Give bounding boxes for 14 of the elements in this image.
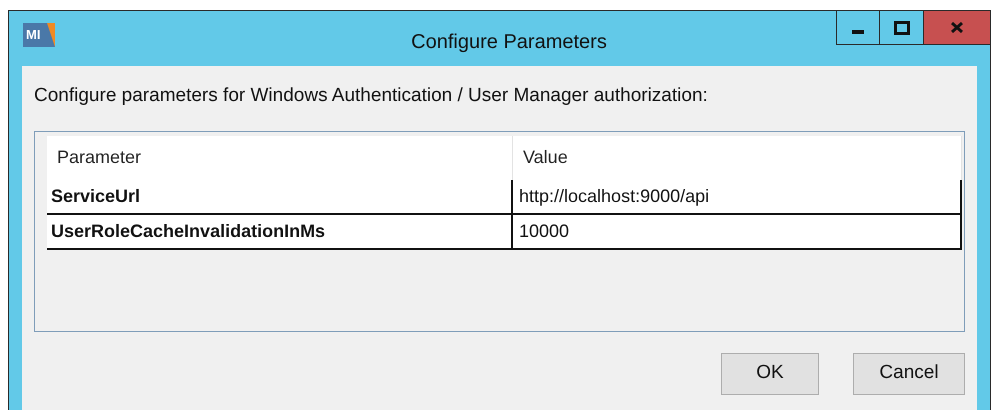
table-cell: http://localhost:9000/api <box>513 180 962 212</box>
window-title: Configure Parameters <box>410 30 608 55</box>
dialog-button[interactable]: OK <box>721 352 819 394</box>
table-cell: UserRoleCacheInvalidationInMs <box>47 214 513 248</box>
dialog-button[interactable]: Cancel <box>853 352 965 394</box>
minimize-button[interactable] <box>836 10 880 45</box>
close-icon <box>950 21 964 34</box>
table-cell: 10000 <box>513 214 962 248</box>
app-logo-icon: MI <box>23 23 55 47</box>
maximize-icon <box>894 20 910 34</box>
minimize-icon <box>852 30 864 34</box>
description-text: Configure parameters for Windows Authentication / User Manager authorization: <box>34 84 709 108</box>
table-cell: ServiceUrl <box>47 180 513 212</box>
close-button[interactable] <box>924 10 991 45</box>
